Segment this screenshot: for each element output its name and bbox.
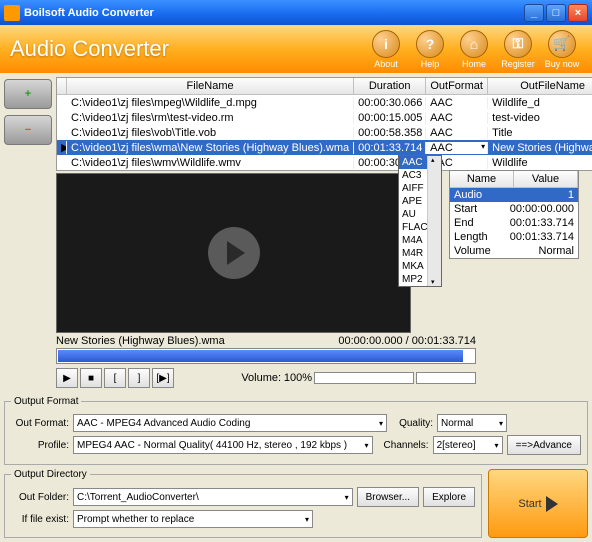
key-icon: ⚿ (504, 30, 532, 58)
profile-select[interactable]: MPEG4 AAC - Normal Quality( 44100 Hz, st… (73, 436, 373, 454)
outfolder-select[interactable]: C:\Torrent_AudioConverter\ (73, 488, 353, 506)
channels-select[interactable]: 2[stereo] (433, 436, 503, 454)
prop-col-value[interactable]: Value (514, 171, 578, 188)
outformat-select[interactable]: AAC - MPEG4 Advanced Audio Coding (73, 414, 387, 432)
output-directory-group: Output Directory Out Folder: C:\Torrent_… (4, 469, 482, 538)
browser-button[interactable]: Browser... (357, 487, 419, 507)
progress-bar[interactable] (56, 348, 476, 364)
property-row[interactable]: VolumeNormal (450, 244, 578, 258)
table-row[interactable]: ▶C:\video1\zj files\wma\New Stories (Hig… (57, 140, 592, 155)
volume-meter (314, 372, 414, 384)
properties-panel: Name Value Audio1Start00:00:00.000End00:… (449, 170, 579, 259)
col-outformat[interactable]: OutFormat (426, 78, 488, 94)
table-row[interactable]: C:\video1\zj files\wmv\Wildlife.wmv00:00… (57, 155, 592, 170)
mark-in-button[interactable]: [ (104, 368, 126, 388)
prop-col-name[interactable]: Name (450, 171, 514, 188)
app-title: Audio Converter (10, 36, 366, 62)
app-icon (4, 5, 20, 21)
home-icon: ⌂ (460, 30, 488, 58)
stop-button[interactable]: ■ (80, 368, 102, 388)
remove-file-button[interactable]: − (4, 115, 52, 145)
table-row[interactable]: C:\video1\zj files\vob\Title.vob00:00:58… (57, 125, 592, 140)
dropdown-scrollbar[interactable] (427, 156, 441, 286)
register-button[interactable]: ⚿Register (498, 30, 538, 69)
header: Audio Converter iAbout ?Help ⌂Home ⚿Regi… (0, 25, 592, 73)
quality-select[interactable]: Normal (437, 414, 507, 432)
col-outfilename[interactable]: OutFileName (488, 78, 592, 94)
play-button[interactable]: ▶ (56, 368, 78, 388)
output-format-group: Output Format Out Format: AAC - MPEG4 Ad… (4, 396, 588, 465)
minimize-button[interactable]: _ (524, 4, 544, 22)
preview-time: 00:00:00.000 / 00:01:33.714 (338, 335, 476, 347)
help-icon: ? (416, 30, 444, 58)
volume-slider[interactable] (416, 372, 476, 384)
start-button[interactable]: Start (488, 469, 588, 538)
play-icon (546, 496, 558, 512)
close-button[interactable]: × (568, 4, 588, 22)
home-button[interactable]: ⌂Home (454, 30, 494, 69)
property-row[interactable]: Length00:01:33.714 (450, 230, 578, 244)
table-row[interactable]: C:\video1\zj files\rm\test-video.rm00:00… (57, 110, 592, 125)
table-row[interactable]: C:\video1\zj files\mpeg\Wildlife_d.mpg00… (57, 95, 592, 110)
ifexist-select[interactable]: Prompt whether to replace (73, 510, 313, 528)
preview-filename: New Stories (Highway Blues).wma (56, 335, 225, 347)
next-mark-button[interactable]: [▶] (152, 368, 174, 388)
col-filename[interactable]: FileName (67, 78, 354, 94)
explore-button[interactable]: Explore (423, 487, 475, 507)
titlebar: Boilsoft Audio Converter _ □ × (0, 0, 592, 25)
cart-icon: 🛒 (548, 30, 576, 58)
plus-icon: + (25, 88, 31, 100)
help-button[interactable]: ?Help (410, 30, 450, 69)
col-duration[interactable]: Duration (354, 78, 426, 94)
mark-out-button[interactable]: ] (128, 368, 150, 388)
play-icon (227, 241, 245, 265)
about-button[interactable]: iAbout (366, 30, 406, 69)
property-row[interactable]: End00:01:33.714 (450, 216, 578, 230)
volume-label: Volume: 100% (241, 372, 312, 384)
buynow-button[interactable]: 🛒Buy now (542, 30, 582, 69)
advance-button[interactable]: ==>Advance (507, 435, 581, 455)
window-title: Boilsoft Audio Converter (24, 7, 524, 19)
video-preview[interactable] (56, 173, 411, 333)
file-grid: FileName Duration OutFormat OutFileName … (56, 77, 592, 171)
add-file-button[interactable]: + (4, 79, 52, 109)
property-row[interactable]: Start00:00:00.000 (450, 202, 578, 216)
minus-icon: − (25, 124, 31, 136)
maximize-button[interactable]: □ (546, 4, 566, 22)
info-icon: i (372, 30, 400, 58)
play-overlay-button[interactable] (208, 227, 260, 279)
property-row[interactable]: Audio1 (450, 188, 578, 202)
outformat-dropdown[interactable]: AACAC3AIFFAPEAUFLACM4AM4RMKAMP2 (398, 155, 442, 287)
